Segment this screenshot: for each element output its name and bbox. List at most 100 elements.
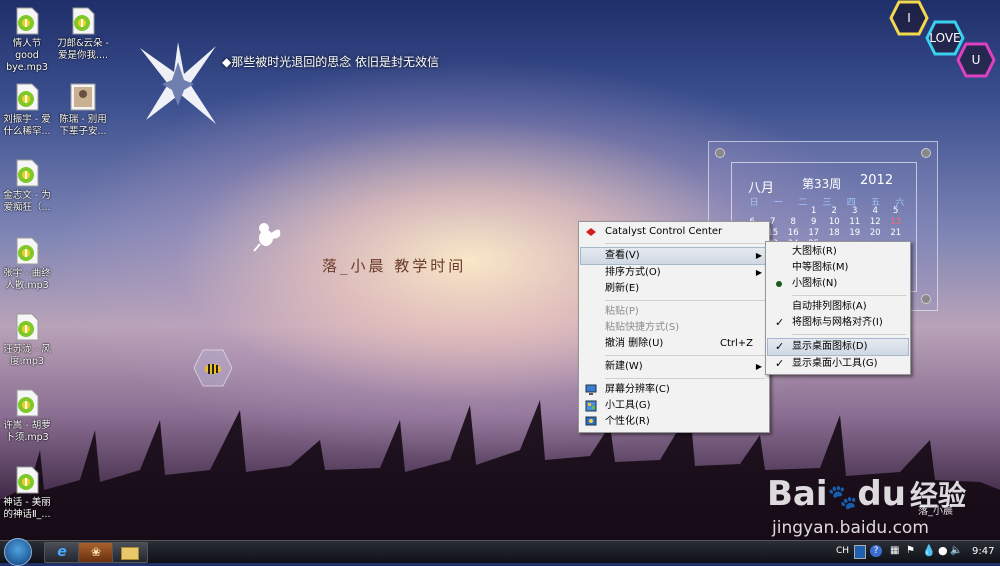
calendar-day [763,206,784,217]
menu-item[interactable]: 小图标(N) [768,276,908,292]
menu-item[interactable]: ✓ 显示桌面图标(D) [767,338,909,356]
menu-item-label: 中等图标(M) [792,262,849,273]
volume-icon[interactable]: 🔈 [950,545,962,556]
gadgets-icon [585,400,597,412]
menu-item[interactable]: 屏幕分辨率(C) [581,382,767,398]
menu-item-label: 查看(V) [605,250,640,261]
catalyst-icon [585,226,597,238]
calendar-day[interactable]: 20 [865,228,886,239]
menu-item-label: 个性化(R) [605,416,650,427]
menu-separator [605,300,765,301]
calendar-day[interactable]: 11 [845,217,866,228]
menu-item[interactable]: ✓ 显示桌面小工具(G) [768,356,908,372]
menu-item[interactable]: ✓ 将图标与网格对齐(I) [768,315,908,331]
desktop-context-menu: Catalyst Control Center 查看(V) ▶ 排序方式(O) ▶ 刷新(… [578,221,770,433]
mp3-file-icon [12,465,42,495]
clock[interactable]: 9:47 [972,546,994,557]
menu-item-label: 撤消 删除(U) [605,338,664,349]
taskbar-app-button[interactable]: ❀ [78,542,114,563]
menu-item-label: 排序方式(O) [605,267,661,278]
menu-item-label: 刷新(E) [605,283,640,294]
menu-item[interactable]: 中等图标(M) [768,260,908,276]
menu-item[interactable]: 粘贴快捷方式(S) [581,320,767,336]
watermark-small: 落_小晨 [918,506,953,517]
menu-item-label: 小图标(N) [792,278,838,289]
desktop-icon[interactable]: 刀郎&云朵 - 爱是你我.... [56,6,110,62]
mp3-file-icon [12,82,42,112]
desktop-icon[interactable]: 情人节 good bye.mp3 [0,6,54,74]
menu-separator [605,243,765,244]
mp3-file-icon [12,158,42,188]
calendar-day[interactable]: 5 [886,206,907,217]
network-icon[interactable]: ▦ [890,545,899,556]
submenu-arrow-icon: ▶ [755,362,762,371]
calendar-week: 第33周 [802,177,842,191]
desktop-icon-label: 汪苏泷 - 风度.mp3 [3,344,51,367]
menu-item[interactable]: 刷新(E) [581,281,767,297]
calendar-day[interactable]: 17 [804,228,825,239]
check-icon: ✓ [775,357,785,370]
calendar-day[interactable]: 13 [886,217,907,228]
language-indicator[interactable]: CH [836,546,849,556]
menu-item[interactable]: 新建(W) ▶ [581,359,767,375]
mp3-file-icon [12,312,42,342]
menu-item-label: 显示桌面小工具(G) [792,358,878,369]
calendar-day[interactable]: 1 [804,206,825,217]
desktop-icon[interactable]: 金志文 - 为爱痴狂（... [0,158,54,214]
calendar-day[interactable]: 2 [824,206,845,217]
submenu-arrow-icon: ▶ [755,268,762,277]
calendar-day[interactable]: 9 [804,217,825,228]
menu-item-label: 粘贴快捷方式(S) [605,322,680,333]
calendar-day[interactable]: 12 [865,217,886,228]
cupid-icon [253,223,281,252]
desktop-icon[interactable]: 张宇 - 曲终 人散.mp3 [0,236,54,292]
bee-icon[interactable] [193,349,233,387]
menu-item-label: 显示桌面图标(D) [792,341,868,352]
menu-item[interactable]: Catalyst Control Center [581,224,767,240]
desktop-icon-label: 陈瑞 - 别用 下辈子安... [59,114,107,137]
desktop-icon[interactable]: 汪苏泷 - 风度.mp3 [0,312,54,368]
menu-item-label: 小工具(G) [605,400,651,411]
menu-item-shortcut: Ctrl+Z [719,338,753,349]
mp3-file-icon [68,6,98,36]
taskbar-ie-button[interactable]: e [44,542,80,563]
menu-item[interactable]: 小工具(G) [581,398,767,414]
check-icon: ✓ [775,316,785,329]
menu-item[interactable]: 自动排列图标(A) [768,299,908,315]
taskbar-explorer-button[interactable] [112,542,148,563]
ime-icon[interactable] [854,545,866,559]
menu-item[interactable]: 撤消 删除(U) Ctrl+Z [581,336,767,352]
calendar-day[interactable]: 21 [886,228,907,239]
tray-icon-flag[interactable]: ⚑ [906,545,915,556]
menu-item[interactable]: 个性化(R) [581,414,767,430]
help-icon[interactable]: ? [870,545,882,557]
calendar-day [783,206,804,217]
calendar-day[interactable]: 16 [783,228,804,239]
menu-item[interactable]: 大图标(R) [768,244,908,260]
menu-item[interactable]: 查看(V) ▶ [580,247,768,265]
calendar-day[interactable]: 3 [845,206,866,217]
desktop-icon[interactable]: 陈瑞 - 别用 下辈子安... [56,82,110,138]
desktop-icon-label: 金志文 - 为爱痴狂（... [3,190,51,213]
desktop-icon[interactable]: 神话 - 美丽 的神话Ⅱ_... [0,465,54,521]
calendar-day[interactable]: 4 [865,206,886,217]
calendar-day[interactable]: 8 [783,217,804,228]
calendar-day[interactable]: 10 [824,217,845,228]
desktop-icon-label: 刘振宇 - 爱什么稀罕... [3,114,51,137]
calendar-day[interactable]: 18 [824,228,845,239]
menu-item[interactable]: 粘贴(P) [581,304,767,320]
submenu-arrow-icon: ▶ [755,251,762,260]
desktop-icon[interactable]: 许嵩 - 胡萝 卜须.mp3 [0,388,54,444]
desktop-icon[interactable]: 刘振宇 - 爱什么稀罕... [0,82,54,138]
menu-separator [792,334,906,335]
display-icon [585,384,597,396]
menu-item-label: 大图标(R) [792,246,837,257]
calendar-day[interactable]: 19 [845,228,866,239]
tray-icon-user[interactable]: ● [938,544,948,557]
tray-icon-drop[interactable]: 💧 [922,544,936,557]
desktop-icon-label: 刀郎&云朵 - 爱是你我.... [57,38,109,61]
system-tray: CH ? ▦ ⚑ 💧 ● 🔈 9:47 [830,541,1000,563]
desktop-icon-label: 神话 - 美丽 的神话Ⅱ_... [3,497,51,520]
folder-icon [121,547,139,560]
menu-item[interactable]: 排序方式(O) ▶ [581,265,767,281]
